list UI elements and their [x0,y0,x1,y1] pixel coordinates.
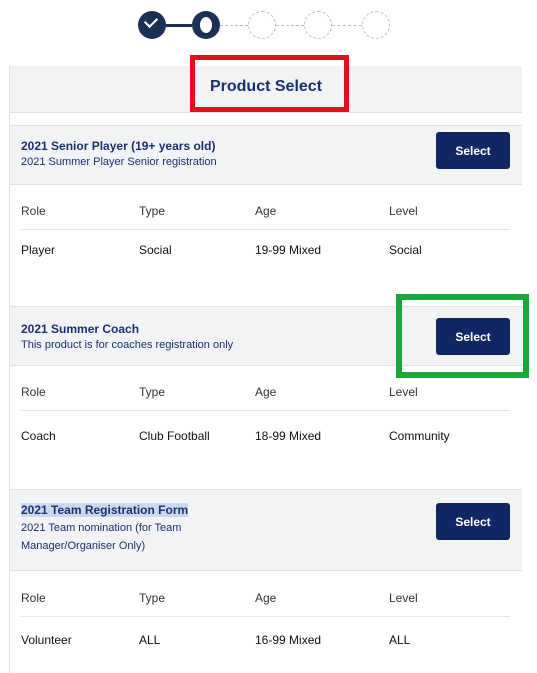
age-value: 19-99 Mixed [255,243,322,257]
column-header-level: Level [389,591,418,605]
column-header-age: Age [255,204,277,218]
select-button[interactable]: Select [436,503,510,540]
level-value: Social [389,243,422,257]
step-connector [332,25,362,26]
step-1-complete-icon [138,11,166,39]
table-row: Coach Club Football 18-99 Mixed Communit… [21,429,510,443]
table-header-row: Role Type Age Level [21,385,510,399]
divider [21,229,510,230]
column-header-level: Level [389,385,418,399]
product-description-line: 2021 Team nomination (for Team [21,522,182,534]
table-header-row: Role Type Age Level [21,204,510,218]
column-header-type: Type [139,385,166,399]
progress-stepper [0,0,537,48]
table-row: Player Social 19-99 Mixed Social [21,243,510,257]
product-card-header: 2021 Team Registration Form 2021 Team no… [10,490,522,571]
divider [21,616,510,617]
annotation-highlight-green [396,294,529,378]
age-value: 18-99 Mixed [255,429,322,443]
product-name: 2021 Senior Player (19+ years old) [21,139,216,153]
type-value: Social [139,243,172,257]
product-name: 2021 Team Registration Form [21,503,189,517]
level-value: ALL [389,633,411,647]
select-button[interactable]: Select [436,132,510,169]
column-header-role: Role [21,591,46,605]
step-4-pending-icon [304,11,332,39]
table-row: Volunteer ALL 16-99 Mixed ALL [21,633,510,647]
type-value: ALL [139,633,161,647]
age-value: 16-99 Mixed [255,633,322,647]
product-card: 2021 Team Registration Form 2021 Team no… [10,489,522,647]
table-header-row: Role Type Age Level [21,591,510,605]
column-header-type: Type [139,591,166,605]
step-2-current-icon [192,11,220,39]
column-header-role: Role [21,385,46,399]
role-value: Player [21,243,56,257]
role-value: Coach [21,429,56,443]
product-name: 2021 Summer Coach [21,322,140,336]
step-connector [166,24,192,27]
panel-header: Product Select [10,55,522,113]
product-card-header: 2021 Senior Player (19+ years old) 2021 … [10,126,522,185]
product-description: 2021 Team nomination (for Team Manager/O… [21,519,181,555]
role-value: Volunteer [21,633,72,647]
type-value: Club Football [139,429,210,443]
column-header-role: Role [21,204,46,218]
product-description: 2021 Summer Player Senior registration [21,156,217,168]
step-3-pending-icon [248,11,276,39]
column-header-type: Type [139,204,166,218]
divider [21,410,510,411]
product-name-wrapper: 2021 Team Registration Form [21,503,189,517]
column-header-age: Age [255,385,277,399]
step-connector [220,25,248,26]
product-card: 2021 Senior Player (19+ years old) 2021 … [10,125,522,257]
product-description-line: Manager/Organiser Only) [21,540,146,552]
step-connector [276,25,304,26]
step-5-pending-icon [362,11,390,39]
column-header-age: Age [255,591,277,605]
level-value: Community [389,429,450,443]
column-header-level: Level [389,204,418,218]
annotation-highlight-red [190,55,349,112]
product-description: This product is for coaches registration… [21,339,234,351]
